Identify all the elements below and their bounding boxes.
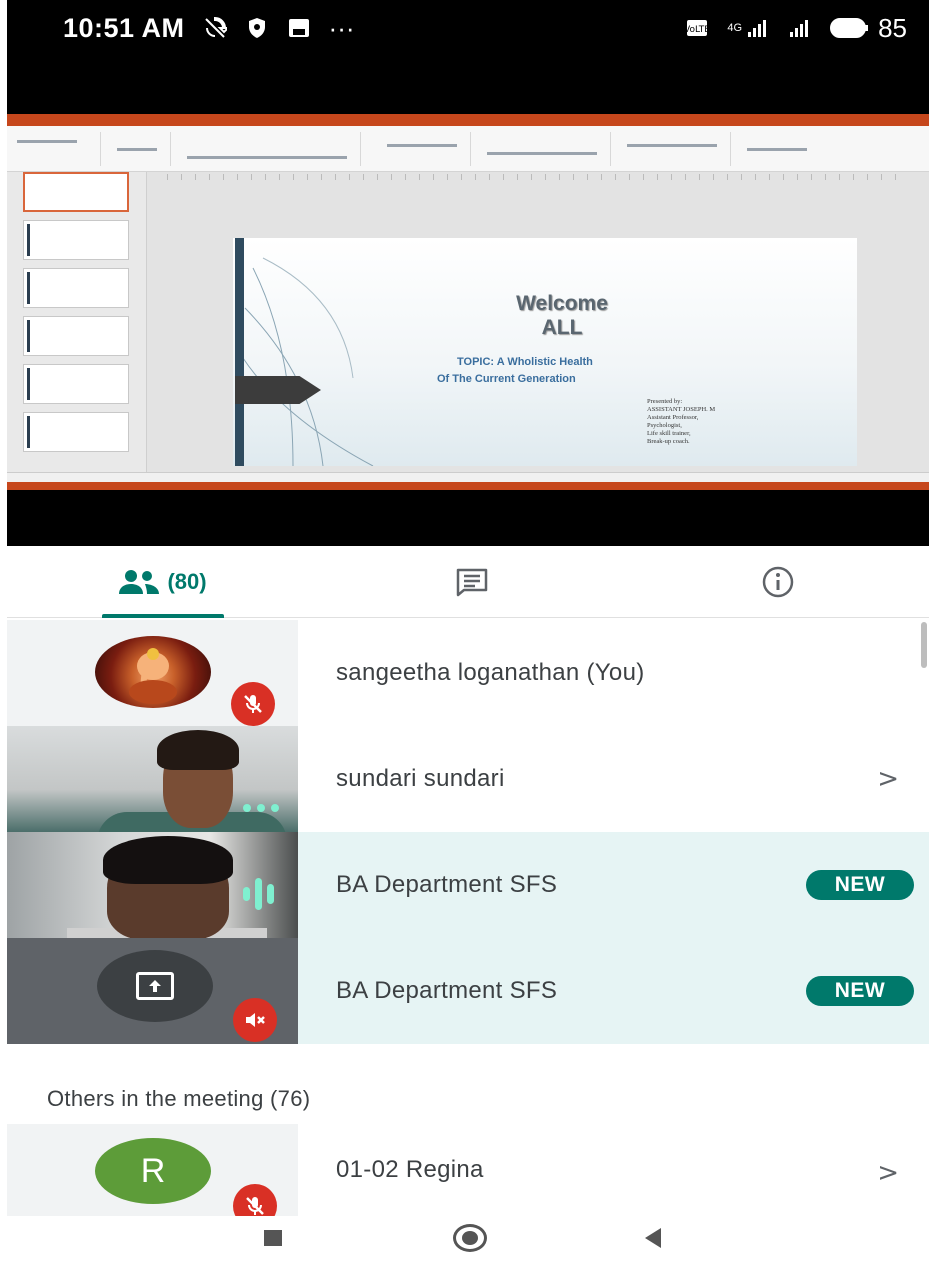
chat-icon xyxy=(456,568,488,597)
participant-name: BA Department SFS xyxy=(336,871,558,898)
slide-thumbnails xyxy=(7,172,147,472)
signal-strength-icon-2 xyxy=(790,20,809,37)
status-time: 10:51 AM xyxy=(63,12,185,43)
present-screen-icon xyxy=(136,972,174,1000)
ruler xyxy=(167,174,897,180)
participant-row[interactable]: BA Department SFS NEW xyxy=(7,938,929,1044)
participant-thumbnail: R xyxy=(7,1124,298,1216)
credit-line: Presented by: xyxy=(647,398,683,405)
others-section-header: Others in the meeting (76) xyxy=(47,1086,311,1111)
video-person-hair xyxy=(157,730,239,770)
participant-info: BA Department SFS NEW xyxy=(298,938,929,1044)
audio-level-indicator xyxy=(243,878,274,910)
participant-row[interactable]: sundari sundari > xyxy=(7,726,929,832)
back-button[interactable] xyxy=(645,1228,661,1248)
slide-title-line2: ALL xyxy=(541,316,583,339)
battery-icon xyxy=(830,18,869,38)
slide-credits: Presented by: ASSISTANT JOSEPH. M Assist… xyxy=(647,398,787,446)
battery-level: 85 xyxy=(878,12,907,43)
people-count: (80) xyxy=(167,569,207,594)
status-bar: 10:51 AM ··· VoLTE 4G 85 xyxy=(7,0,929,56)
audio-level-indicator xyxy=(243,804,279,812)
new-badge: NEW xyxy=(806,976,914,1006)
participant-name: sangeetha loganathan (You) xyxy=(336,659,645,686)
credit-line: Psychologist, xyxy=(647,422,682,429)
participant-info: sundari sundari > xyxy=(298,726,929,832)
new-badge: NEW xyxy=(806,870,914,900)
chevron-right-icon[interactable]: > xyxy=(877,764,899,794)
scrollbar[interactable] xyxy=(921,622,927,668)
people-icon xyxy=(119,570,160,594)
left-edge xyxy=(0,0,7,1262)
participant-row[interactable]: sangeetha loganathan (You) xyxy=(7,620,929,726)
slide-title: Welcome ALL xyxy=(477,292,647,340)
participant-thumbnail xyxy=(7,938,298,1044)
muted-indicator xyxy=(231,682,275,726)
slide-title-line1: Welcome xyxy=(516,292,608,315)
credit-line: Break-up coach. xyxy=(647,438,690,445)
participant-info: BA Department SFS NEW xyxy=(298,832,929,938)
mic-off-icon xyxy=(246,1197,264,1215)
more-notifications-dots: ··· xyxy=(328,12,355,43)
muted-indicator xyxy=(233,1184,277,1216)
sync-off-icon xyxy=(204,16,227,38)
participant-row[interactable]: R 01-02 Regina > xyxy=(7,1124,929,1216)
participant-thumbnail xyxy=(7,620,298,726)
ppt-taskbar xyxy=(7,482,929,490)
svg-text:VoLTE: VoLTE xyxy=(685,25,709,35)
tab-info[interactable] xyxy=(627,546,929,618)
volume-off-icon xyxy=(246,1013,265,1027)
credit-line: Life skill trainer, xyxy=(647,430,691,437)
avatar-initial: R xyxy=(140,1151,166,1190)
volte-icon: VoLTE xyxy=(685,20,709,36)
muted-indicator xyxy=(233,998,277,1042)
participant-info: 01-02 Regina > xyxy=(298,1124,929,1216)
active-tab-indicator xyxy=(102,614,224,618)
system-navigation-bar xyxy=(7,1216,929,1262)
participant-video xyxy=(7,832,298,938)
participant-info: sangeetha loganathan (You) xyxy=(298,620,929,726)
network-type-label: 4G xyxy=(727,22,743,34)
avatar: R xyxy=(95,1138,211,1204)
participant-video xyxy=(7,726,298,832)
participant-name: 01-02 Regina xyxy=(336,1156,484,1183)
signal-strength-icon-1 xyxy=(748,20,767,37)
mic-off-icon xyxy=(244,695,262,713)
participant-name: sundari sundari xyxy=(336,765,505,792)
info-icon xyxy=(762,566,794,598)
slide-topic-line2: Of The Current Generation xyxy=(437,373,576,385)
tab-people-content: (80) xyxy=(117,568,207,596)
slide-topic: TOPIC: A Wholistic Health Of The Current… xyxy=(437,354,697,388)
shared-screen-powerpoint: Welcome ALL TOPIC: A Wholistic Health Of… xyxy=(7,114,929,490)
recents-button[interactable] xyxy=(264,1230,282,1246)
video-person-hair xyxy=(103,836,233,884)
slide-topic-line1: TOPIC: A Wholistic Health xyxy=(457,356,593,368)
tab-chat[interactable] xyxy=(317,546,627,618)
slide-accent-bar xyxy=(235,238,244,466)
shield-icon xyxy=(248,18,265,38)
status-right: VoLTE 4G 85 xyxy=(685,13,907,44)
ppt-status-bar xyxy=(7,472,929,482)
chevron-right-icon[interactable]: > xyxy=(877,1158,899,1188)
ppt-ribbon xyxy=(7,126,929,172)
credit-line: Assistant Professor, xyxy=(647,414,699,421)
participant-name: BA Department SFS xyxy=(336,977,558,1004)
tab-people[interactable]: (80) xyxy=(7,546,317,618)
meeting-tab-bar: (80) xyxy=(7,546,929,618)
credit-line: ASSISTANT JOSEPH. M xyxy=(647,406,716,413)
participant-row[interactable]: BA Department SFS NEW xyxy=(7,832,929,938)
presenting-avatar xyxy=(97,950,213,1022)
home-icon xyxy=(462,1231,478,1245)
home-button[interactable] xyxy=(453,1224,487,1252)
status-left: 10:51 AM ··· xyxy=(63,13,355,44)
presentation-video[interactable]: Welcome ALL TOPIC: A Wholistic Health Of… xyxy=(7,56,929,546)
ppt-title-bar xyxy=(7,114,929,126)
screen-record-icon xyxy=(288,19,309,37)
avatar xyxy=(95,636,211,708)
